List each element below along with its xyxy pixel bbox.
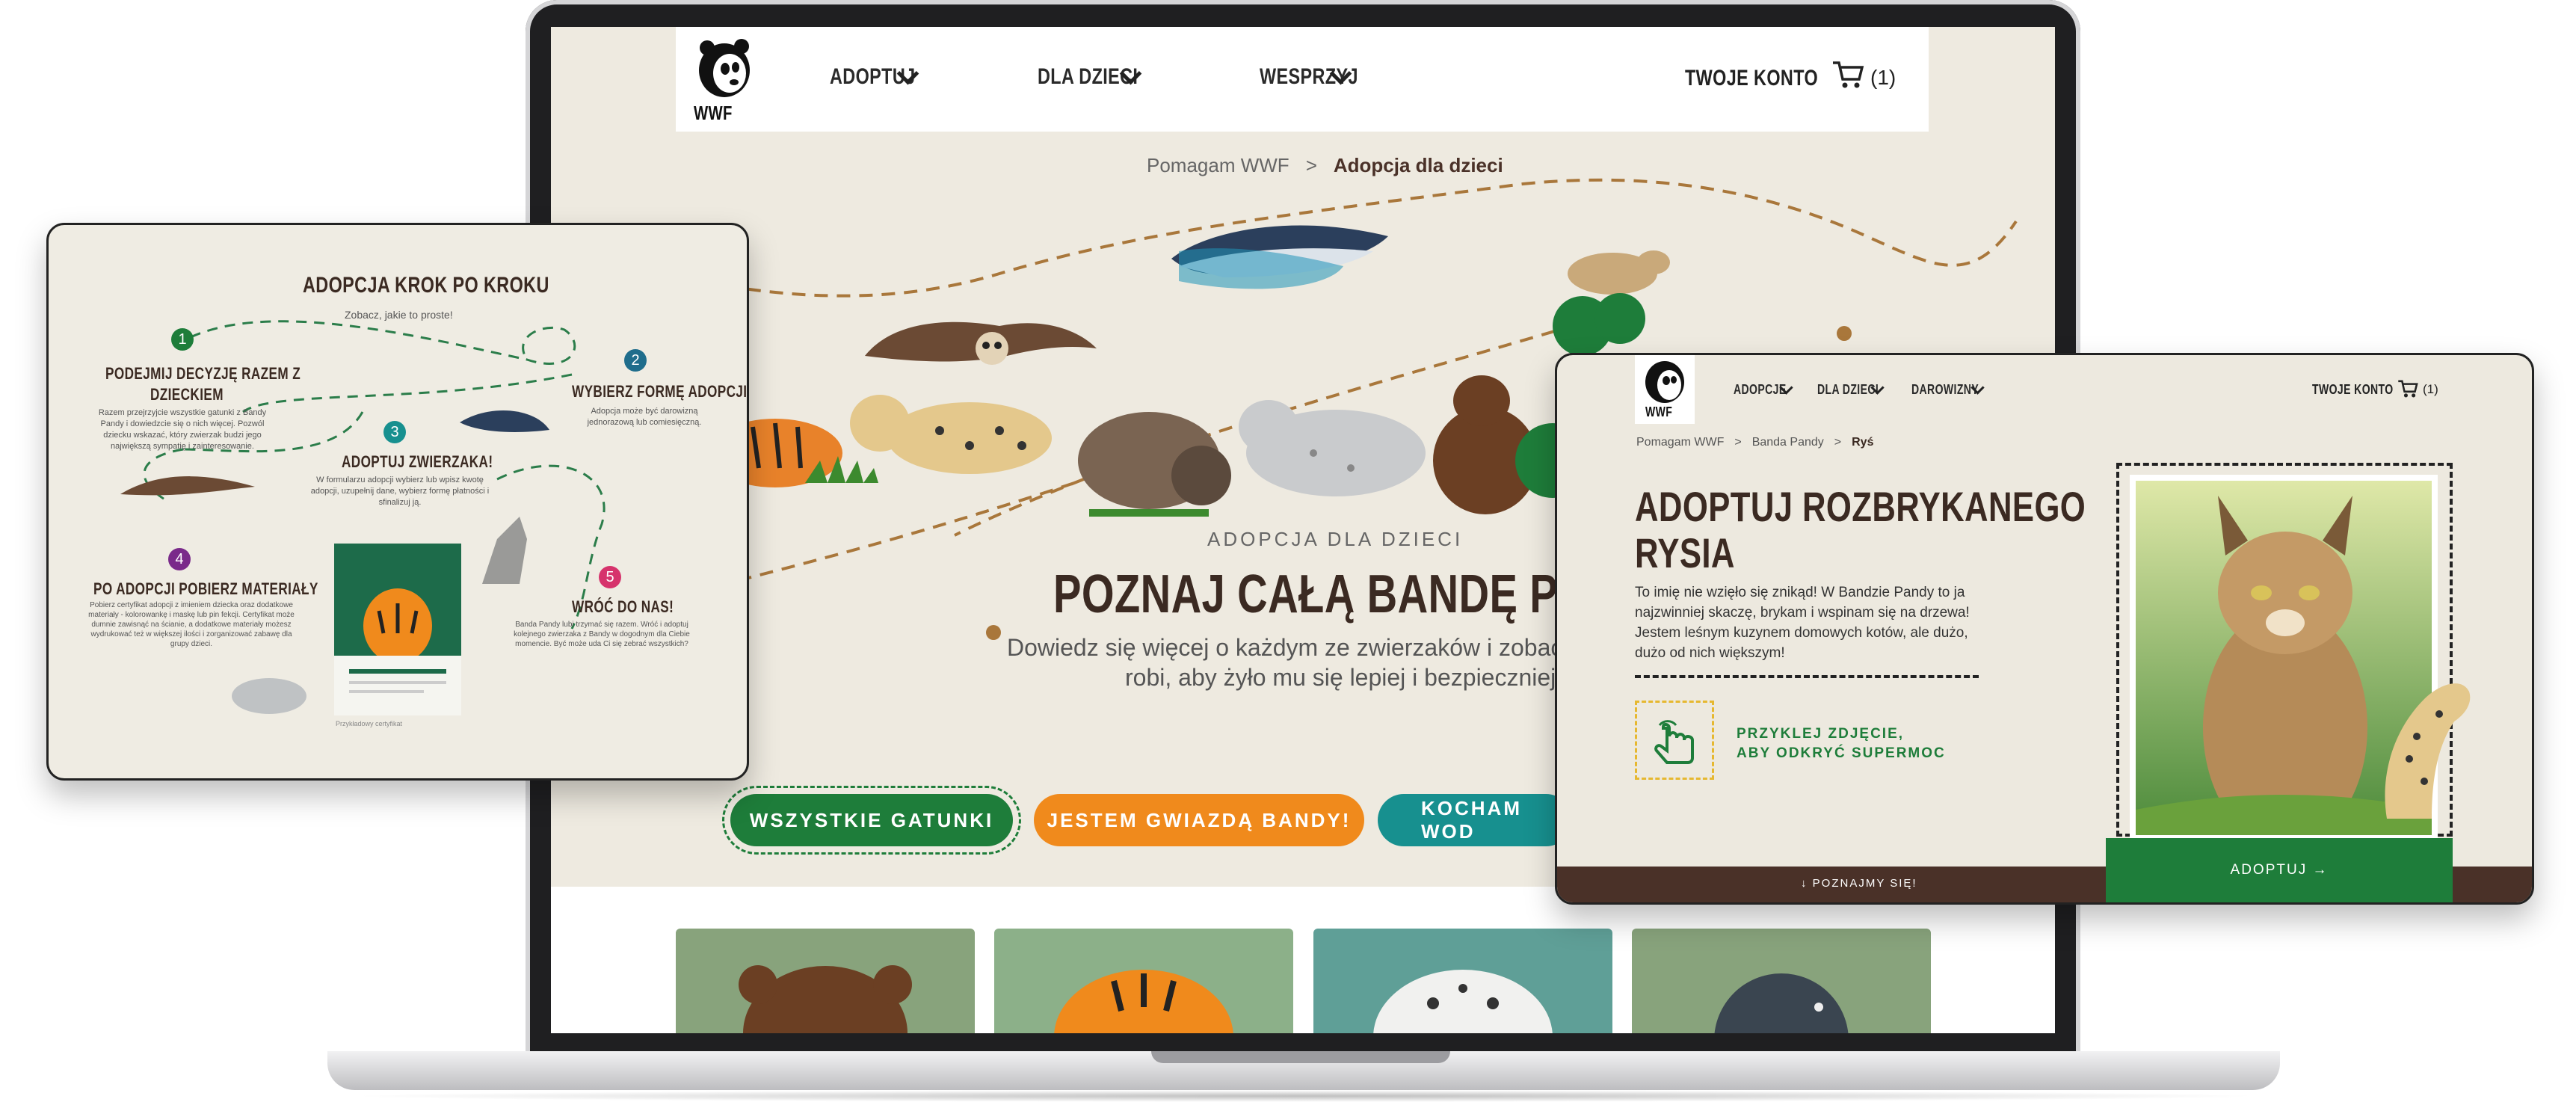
lynx-description: To imię nie wzięło się znikąd! W Bandzie… xyxy=(1635,582,1970,663)
hero-subtitle-line1: Dowiedz się więcej o każdym ze zwierzakó… xyxy=(1007,634,1643,661)
rnav-label: DLA DZIECI xyxy=(1817,382,1879,397)
animal-card-tiger[interactable] xyxy=(994,929,1293,1033)
animal-card-other[interactable] xyxy=(1632,929,1931,1033)
step-3-text: W formularzu adopcji wybierz lub wpisz k… xyxy=(310,475,490,507)
step-2-text: Adopcja może być darowizną jednorazową l… xyxy=(587,407,702,427)
hand-pointer-icon xyxy=(1654,720,1694,764)
step-2-title: WYBIERZ FORMĘ ADOPCJI xyxy=(572,382,748,401)
nav-label: DLA DZIECI xyxy=(1038,64,1138,89)
logo-text: WWF xyxy=(694,102,733,124)
certificate-caption: Przykładowy certyfikat xyxy=(336,720,403,727)
step-5-number: 5 xyxy=(599,566,621,588)
main-navbar: WWF ADOPTUJ DLA DZIECI WESPRZYJ TWOJE KO… xyxy=(676,27,1929,132)
laptop-notch xyxy=(1151,1051,1450,1063)
rbreadcrumb: Pomagam WWF > Banda Pandy > Ryś xyxy=(1636,436,1873,449)
dolphin-illustration xyxy=(460,410,549,432)
step-1-text: Razem przejrzyjcie wszystkie gatunki z B… xyxy=(98,408,267,451)
step-5-title: WRÓĆ DO NAS! xyxy=(572,597,674,616)
rnav-darowizny[interactable]: DAROWIZNY xyxy=(1911,381,1985,398)
rnav-dla-dzieci[interactable]: DLA DZIECI xyxy=(1817,381,1885,398)
rbreadcrumb-c: Ryś xyxy=(1852,436,1874,449)
rbreadcrumb-sep: > xyxy=(1834,436,1842,449)
all-species-button[interactable]: WSZYSTKIE GATUNKI xyxy=(722,786,1021,855)
nav-dla-dzieci[interactable]: DLA DZIECI xyxy=(1038,62,1142,90)
animal-card-bear[interactable] xyxy=(676,929,975,1033)
small-logo-text: WWF xyxy=(1645,404,1673,419)
animal-card-snow-leopard[interactable] xyxy=(1313,929,1612,1033)
wwf-logo[interactable]: WWF xyxy=(691,39,758,124)
lynx-title-line2: RYSIA xyxy=(1635,529,1735,576)
nav-wesprzyj[interactable]: WESPRZYJ xyxy=(1260,62,1358,90)
certificate-preview[interactable] xyxy=(334,544,461,715)
seal-illustration xyxy=(232,678,306,714)
dashed-divider xyxy=(1635,675,1979,678)
steps-panel: ADOPCJA KROK PO KROKU Zobacz, jakie to p… xyxy=(46,223,749,781)
rnav-cart-count[interactable]: (1) xyxy=(2423,382,2438,397)
lynx-text-line: dużo od nich większym! xyxy=(1635,645,1785,661)
step-1-title-line2: DZIECKIEM xyxy=(150,385,224,404)
eagle-illustration xyxy=(120,476,255,496)
steps-subtitle: Zobacz, jakie to proste! xyxy=(345,309,453,321)
step-4-number: 4 xyxy=(168,548,191,570)
adopt-button[interactable]: ADOPTUJ → xyxy=(2106,838,2453,902)
love-water-button[interactable]: KOCHAM WOD xyxy=(1378,794,1572,846)
rnav-account[interactable]: TWOJE KONTO xyxy=(2312,382,2394,398)
lynx-text-line: To imię nie wzięło się znikąd! W Bandzie… xyxy=(1635,585,1965,600)
step-3-title: ADOPTUJ ZWIERZAKA! xyxy=(342,452,493,471)
step-4-title: PO ADOPCJI POBIERZ MATERIAŁY xyxy=(93,579,318,598)
rnav-label: DAROWIZNY xyxy=(1911,382,1979,397)
rbreadcrumb-a[interactable]: Pomagam WWF xyxy=(1636,436,1724,449)
sticker-slot[interactable] xyxy=(1635,701,1714,780)
rnav-adopcje[interactable]: ADOPCJE xyxy=(1734,381,1793,398)
nav-label: WESPRZYJ xyxy=(1260,64,1358,89)
lynx-title-line1: ADOPTUJ ROZBRYKANEGO xyxy=(1635,483,2086,530)
lynx-panel: WWF ADOPCJE DLA DZIECI DAROWIZNY TWOJE K… xyxy=(1555,353,2534,905)
wolf-illustration xyxy=(482,517,527,584)
nav-label: ADOPTUJ xyxy=(830,64,916,89)
laptop-shadow xyxy=(344,1090,2265,1102)
account-link[interactable]: TWOJE KONTO xyxy=(1685,66,1818,91)
lynx-text-line: Jestem leśnym kuzynem domowych kotów, al… xyxy=(1635,625,1968,641)
cart-count[interactable]: (1) xyxy=(1870,66,1896,90)
sticker-text-line2: ABY ODKRYĆ SUPERMOC xyxy=(1737,745,1946,761)
hero-eyebrow: ADOPCJA DLA DZIECI xyxy=(1207,528,1464,550)
rnav-label: ADOPCJE xyxy=(1734,382,1787,397)
hero-subtitle-line2: robi, aby żyło mu się lepiej i bezpieczn… xyxy=(1125,664,1556,691)
step-1-number: 1 xyxy=(171,328,194,351)
step-2-number: 2 xyxy=(624,349,647,372)
rbreadcrumb-sep: > xyxy=(1734,436,1742,449)
sticker-text-line1: PRZYKLEJ ZDJĘCIE, xyxy=(1737,726,1905,742)
small-logo[interactable]: WWF xyxy=(1635,355,1695,424)
step-1-title-line1: PODEJMIJ DECYZJĘ RAZEM Z xyxy=(105,364,301,383)
steps-title: ADOPCJA KROK PO KROKU xyxy=(303,273,549,298)
step-4-text: Pobierz certyfikat adopcji z imieniem dz… xyxy=(88,601,295,648)
step-3-number: 3 xyxy=(383,421,406,443)
lynx-text-line: najzwinniej skaczę, brykam i wspinam się… xyxy=(1635,605,1970,621)
rnav-cart-icon[interactable] xyxy=(2397,379,2418,402)
rbreadcrumb-b[interactable]: Banda Pandy xyxy=(1752,436,1824,449)
step-5-text: Banda Pandy lubi trzymać się razem. Wróć… xyxy=(514,621,690,648)
nav-adoptuj[interactable]: ADOPTUJ xyxy=(830,62,919,90)
cart-icon[interactable] xyxy=(1831,60,1864,90)
star-of-gang-button[interactable]: JESTEM GWIAZDĄ BANDY! xyxy=(1034,794,1364,846)
cartoon-lynx xyxy=(2385,683,2471,819)
scroll-down-link[interactable]: ↓ POZNAJMY SIĘ! xyxy=(1801,877,1917,890)
